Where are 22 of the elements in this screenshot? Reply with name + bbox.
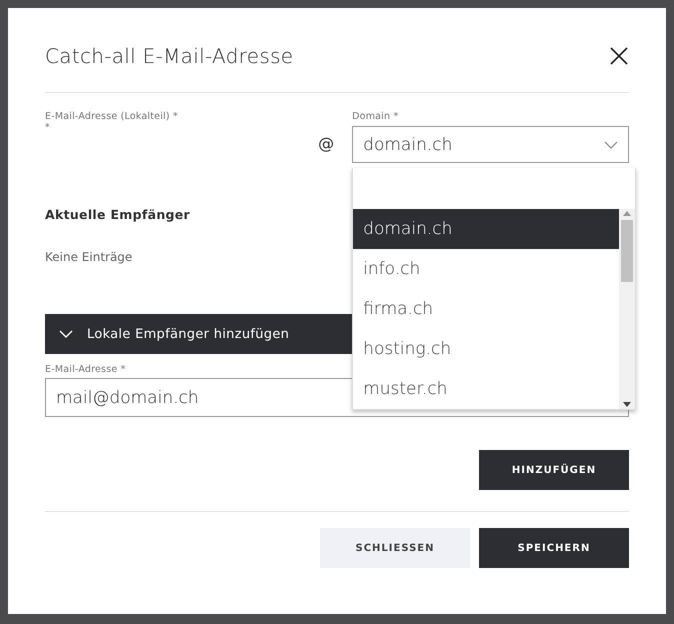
- at-sign: @: [317, 134, 336, 155]
- add-button[interactable]: HINZUFÜGEN: [479, 450, 629, 490]
- required-mark: *: [45, 122, 51, 133]
- field-label: E-Mail-Adresse *: [45, 364, 127, 375]
- empty-text: Keine Einträge: [45, 250, 132, 264]
- chevron-down-icon: [604, 140, 618, 148]
- field-label: E-Mail-Adresse (Lokalteil) *: [45, 111, 179, 122]
- scrollbar-thumb[interactable]: [621, 220, 634, 282]
- close-button[interactable]: SCHLIESSEN: [320, 528, 470, 568]
- close-button[interactable]: [609, 46, 629, 66]
- search-field[interactable]: [353, 168, 636, 209]
- domain-select[interactable]: domain.ch: [352, 126, 629, 163]
- scroll-down-icon[interactable]: [623, 402, 632, 407]
- dropdown-option[interactable]: domain.ch: [353, 209, 620, 249]
- scroll-up-icon[interactable]: [623, 211, 632, 216]
- save-button[interactable]: SPEICHERN: [479, 528, 629, 568]
- chevron-down-icon: [59, 330, 73, 338]
- section-heading: Aktuelle Empfänger: [45, 207, 190, 222]
- dialog-title: Catch-all E-Mail-Adresse: [45, 44, 294, 68]
- dropdown-option[interactable]: muster.ch: [353, 369, 620, 409]
- scrollbar[interactable]: [619, 209, 636, 409]
- field-label: Domain *: [352, 111, 400, 122]
